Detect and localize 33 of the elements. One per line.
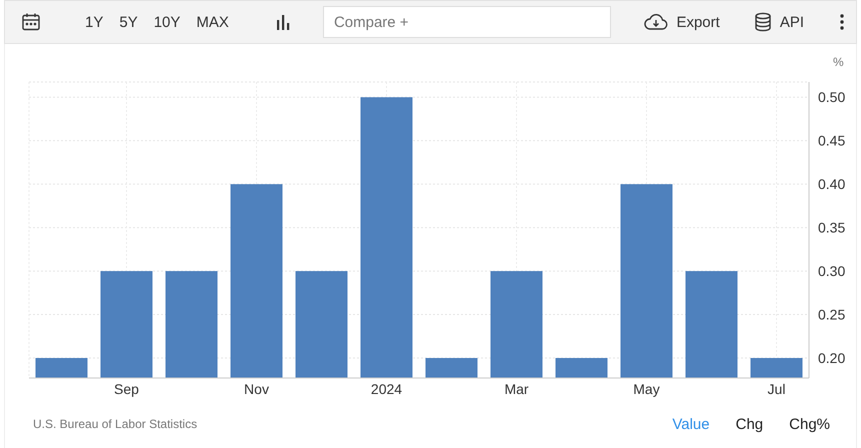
x-axis-label: May bbox=[633, 381, 660, 397]
x-axis-label: Jul bbox=[768, 381, 786, 397]
bar bbox=[426, 358, 478, 378]
y-axis-label: 0.45 bbox=[818, 132, 846, 149]
y-axis-label: 0.40 bbox=[818, 176, 846, 192]
range-tab[interactable]: 10Y bbox=[150, 12, 184, 32]
bar bbox=[36, 358, 88, 378]
api-button[interactable]: API bbox=[754, 12, 804, 32]
bar-chart-icon[interactable] bbox=[274, 14, 291, 30]
database-icon bbox=[754, 12, 772, 32]
range-tab[interactable]: 1Y bbox=[81, 12, 108, 32]
source-text: U.S. Bureau of Labor Statistics bbox=[33, 417, 198, 431]
y-axis-label: 0.30 bbox=[818, 263, 846, 280]
y-axis-label: 0.35 bbox=[818, 220, 846, 236]
calendar-icon[interactable] bbox=[21, 12, 41, 32]
compare-field[interactable]: Compare + bbox=[322, 6, 611, 38]
x-axis-label: Nov bbox=[244, 381, 269, 397]
y-axis-label: 0.25 bbox=[818, 306, 846, 323]
range-tab[interactable]: MAX bbox=[192, 12, 233, 32]
unit-label: % bbox=[833, 55, 844, 69]
export-button[interactable]: Export bbox=[644, 13, 720, 31]
y-axis-label: 0.50 bbox=[818, 89, 846, 106]
range-tab[interactable]: 5Y bbox=[115, 12, 142, 32]
bar bbox=[750, 358, 802, 378]
mode-tab[interactable]: Chg bbox=[736, 416, 764, 432]
bar bbox=[556, 358, 608, 378]
x-axis-label: 2024 bbox=[370, 381, 402, 397]
more-menu-icon[interactable] bbox=[840, 14, 844, 30]
cloud-download-icon bbox=[644, 13, 668, 31]
x-axis-label: Sep bbox=[114, 381, 139, 397]
x-axis-label: Mar bbox=[504, 381, 529, 397]
y-axis-label: 0.20 bbox=[818, 350, 846, 366]
mode-tab[interactable]: Chg% bbox=[789, 416, 830, 432]
